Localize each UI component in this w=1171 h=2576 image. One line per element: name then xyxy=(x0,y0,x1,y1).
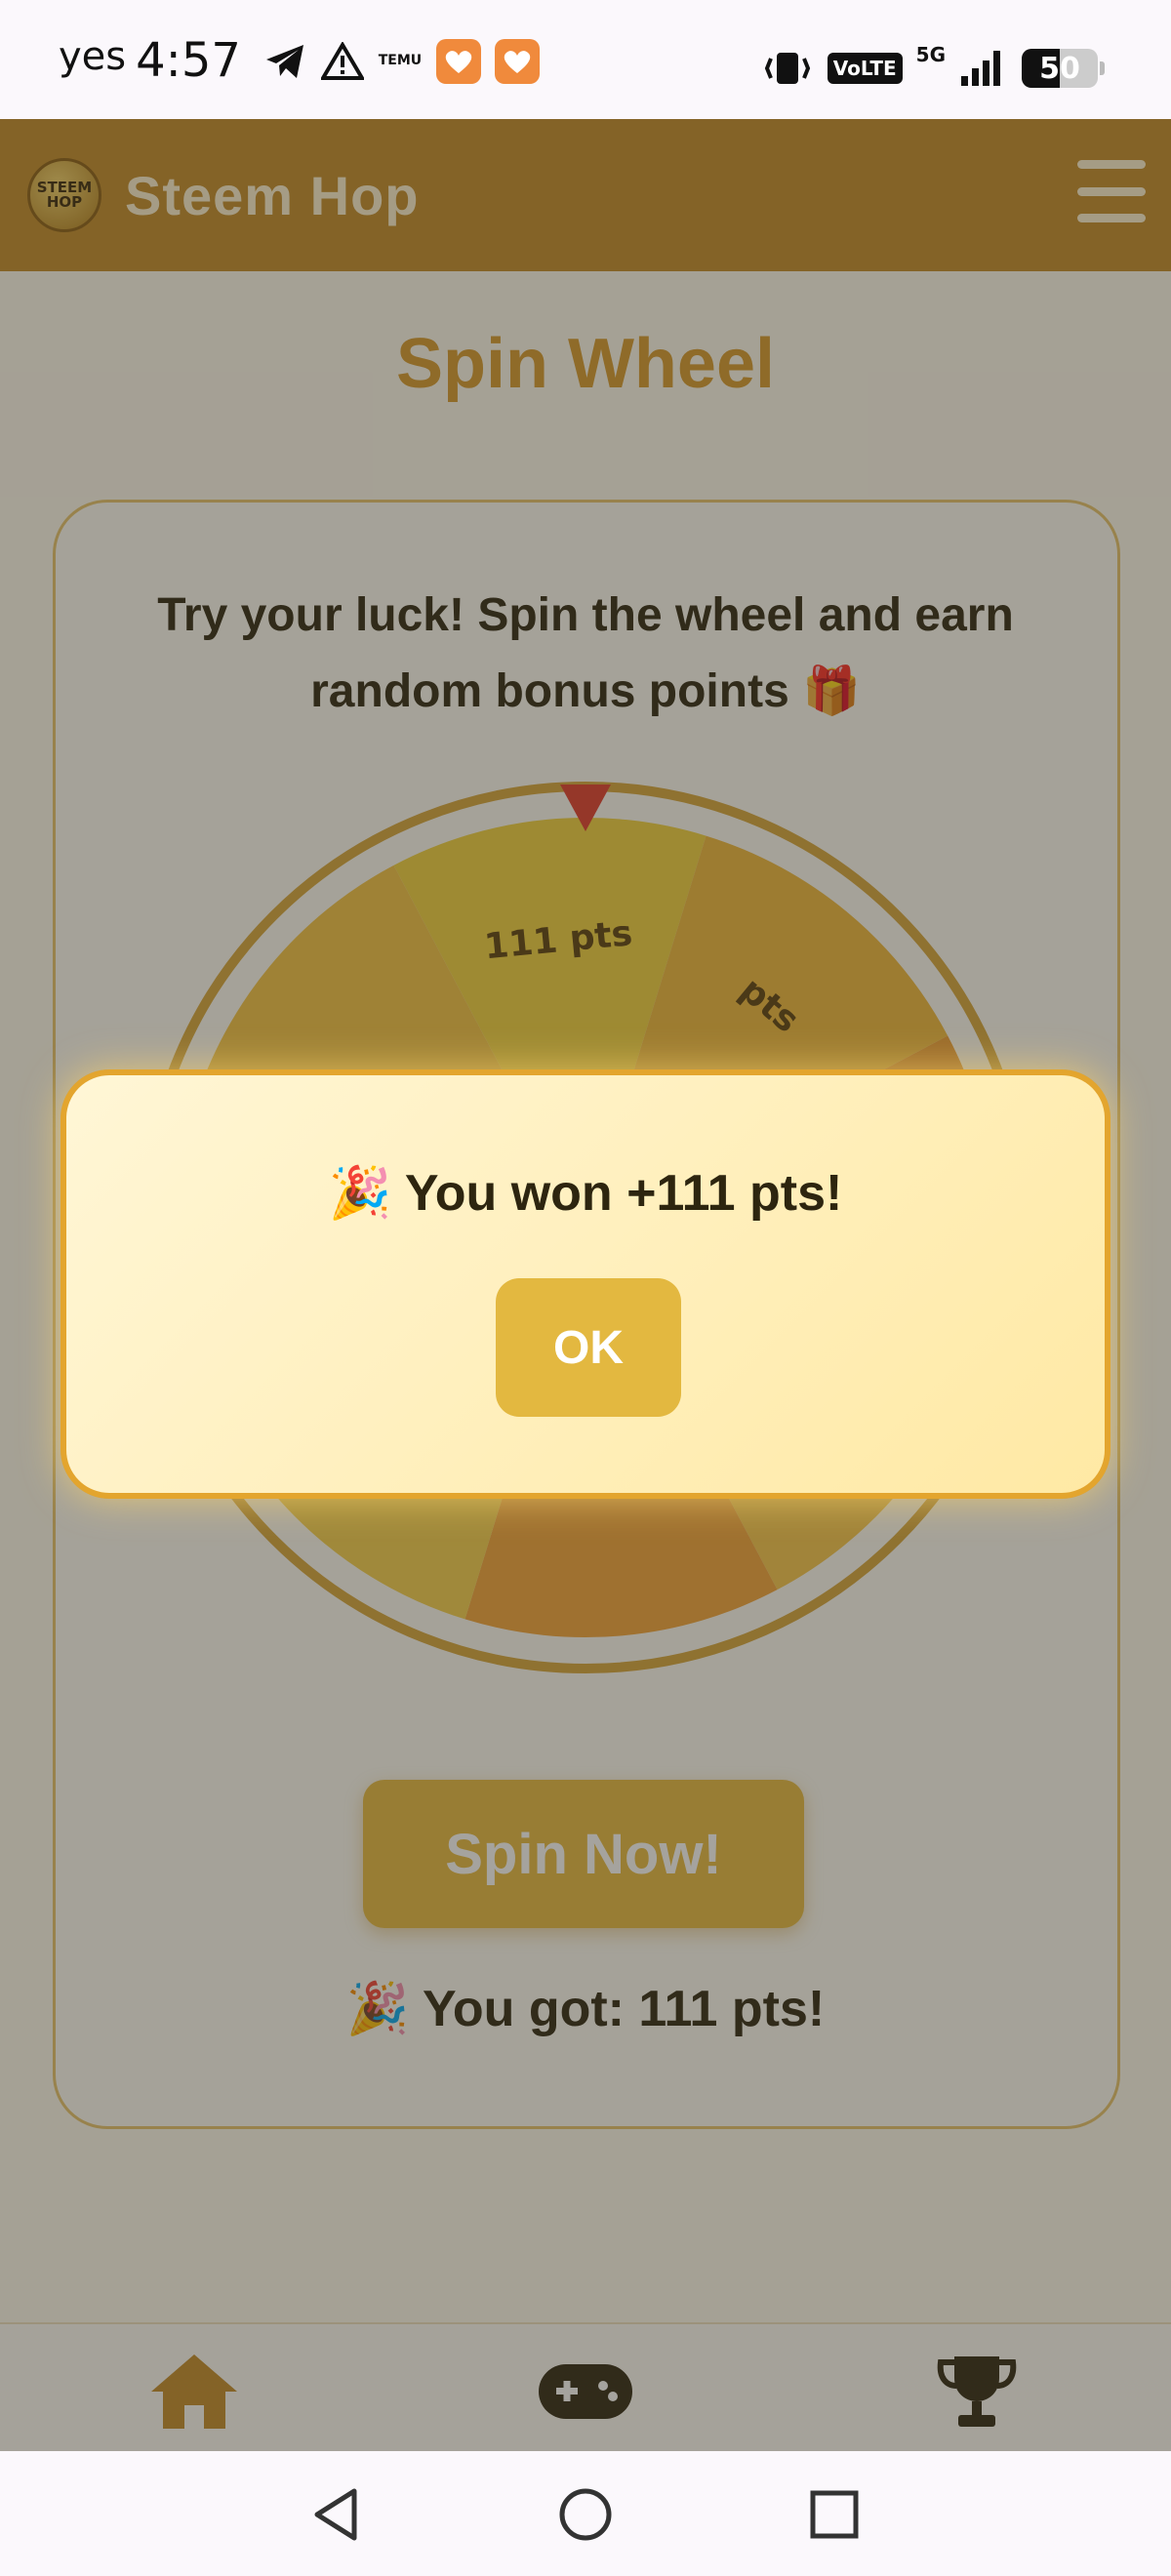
win-dialog: 🎉 You won +111 pts! OK xyxy=(61,1069,1110,1499)
vibrate-icon xyxy=(764,53,810,84)
win-message: 🎉 You won +111 pts! xyxy=(328,1165,843,1222)
carrier-label: yes xyxy=(59,34,127,79)
heart-app-icon-2 xyxy=(494,39,540,84)
home-circle-icon xyxy=(559,2488,612,2541)
telegram-icon xyxy=(265,45,303,78)
battery-tip xyxy=(1100,61,1105,75)
warning-icon xyxy=(320,42,364,80)
recents-button[interactable] xyxy=(800,2480,868,2549)
volte-icon: VoLTE xyxy=(827,53,903,84)
signal-icon xyxy=(961,51,1000,86)
home-button[interactable] xyxy=(551,2480,620,2549)
network-type: 5G xyxy=(915,43,946,66)
ok-button[interactable]: OK xyxy=(496,1278,681,1417)
clock: 4:57 xyxy=(136,33,241,88)
heart-app-icon xyxy=(435,39,481,84)
system-nav-bar xyxy=(0,2451,1171,2576)
recents-icon xyxy=(810,2490,859,2539)
status-bar: yes 4:57 TEMU VoLTE 5G 50 xyxy=(0,0,1171,119)
back-button[interactable] xyxy=(303,2480,371,2549)
battery-icon: 50 xyxy=(1022,49,1098,88)
back-icon xyxy=(314,2488,357,2541)
temu-icon: TEMU xyxy=(378,53,423,69)
